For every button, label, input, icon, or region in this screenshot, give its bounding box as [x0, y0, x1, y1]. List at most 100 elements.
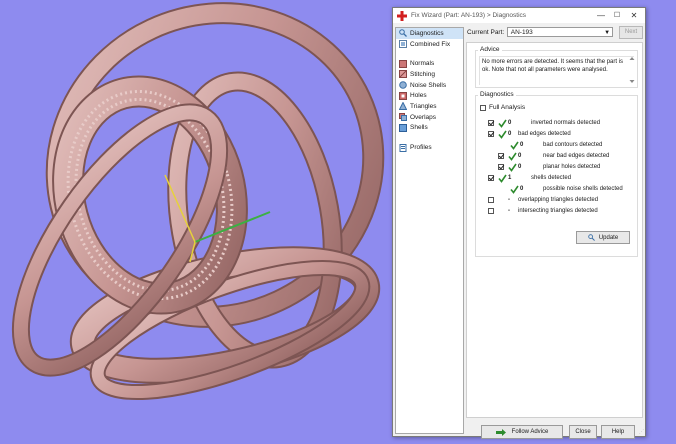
count: -: [508, 208, 510, 214]
combined-fix-icon: [399, 40, 407, 49]
wizard-main: Current Part: AN-193 ▼ Next Advice No mo…: [465, 25, 643, 439]
maximize-button[interactable]: ☐: [611, 10, 623, 21]
current-part-select[interactable]: AN-193 ▼: [506, 27, 614, 37]
row-label: overlapping triangles detected: [518, 197, 599, 203]
sidebar-item-profiles[interactable]: Profiles: [396, 142, 463, 153]
diag-row-overlapping-triangles: - overlapping triangles detected: [488, 195, 598, 205]
arrow-right-icon: [495, 428, 506, 436]
current-part-value: AN-193: [510, 29, 533, 36]
ring-model[interactable]: [0, 0, 392, 444]
count: 0: [520, 142, 524, 148]
app-icon: [397, 10, 407, 21]
row-checkbox[interactable]: [488, 175, 494, 181]
full-analysis-label: Full Analysis: [489, 104, 526, 111]
diag-row-planar-holes: 0 planar holes detected: [498, 162, 600, 172]
sidebar-item-combined-fix[interactable]: Combined Fix: [396, 39, 463, 50]
count: -: [508, 197, 510, 203]
diag-row-inverted-normals: 0 inverted normals detected: [488, 118, 600, 128]
resize-grip-icon[interactable]: ⋰: [639, 429, 644, 435]
title-bar[interactable]: Fix Wizard (Part: AN-193) > Diagnostics …: [393, 8, 645, 23]
full-analysis-option[interactable]: Full Analysis: [480, 104, 525, 111]
row-checkbox[interactable]: [498, 164, 504, 170]
sidebar-item-stitching[interactable]: Stitching: [396, 69, 463, 80]
sidebar-item-overlaps[interactable]: Overlaps: [396, 112, 463, 123]
row-label: possible noise shells detected: [543, 186, 623, 192]
row-checkbox[interactable]: [488, 120, 494, 126]
sidebar-item-label: Noise Shells: [410, 81, 447, 89]
close-label: Close: [575, 429, 591, 435]
count: 0: [508, 120, 512, 126]
help-button[interactable]: Help: [601, 425, 635, 439]
follow-advice-label: Follow Advice: [511, 429, 549, 435]
diagnostics-group: Diagnostics Full Analysis 0 inverted nor…: [475, 91, 638, 257]
normals-icon: [399, 59, 407, 68]
row-label: intersecting triangles detected: [518, 208, 598, 214]
row-checkbox[interactable]: [488, 208, 494, 214]
count: 0: [518, 153, 522, 159]
window-title: Fix Wizard (Part: AN-193) > Diagnostics: [411, 12, 527, 19]
shells-icon: [399, 123, 407, 132]
check-icon: [510, 141, 519, 150]
row-checkbox[interactable]: [488, 131, 494, 137]
close-window-button[interactable]: ✕: [628, 10, 640, 21]
advice-text: No more errors are detected. It seems th…: [479, 56, 634, 85]
check-icon: [498, 119, 507, 128]
diagnostics-label: Diagnostics: [478, 91, 516, 98]
row-label: bad contours detected: [543, 142, 603, 148]
row-checkbox[interactable]: [498, 153, 504, 159]
diag-row-shells: 1 shells detected: [488, 173, 571, 183]
fix-wizard-window: Fix Wizard (Part: AN-193) > Diagnostics …: [392, 7, 646, 439]
advice-scrollbar[interactable]: [629, 56, 635, 84]
row-label: bad edges detected: [518, 131, 571, 137]
sidebar-item-label: Combined Fix: [410, 40, 451, 48]
overlaps-icon: [399, 113, 407, 122]
profiles-icon: [399, 143, 407, 152]
count: 0: [518, 164, 522, 170]
next-button[interactable]: Next: [619, 25, 643, 39]
full-analysis-checkbox[interactable]: [480, 104, 486, 111]
wizard-sidebar: Diagnostics Combined Fix Normals Stitchi…: [395, 27, 464, 434]
row-checkbox[interactable]: [488, 197, 494, 203]
sidebar-item-label: Stitching: [410, 70, 435, 78]
row-label: shells detected: [531, 175, 572, 181]
sidebar-item-triangles[interactable]: Triangles: [396, 101, 463, 112]
sidebar-item-label: Profiles: [410, 144, 432, 152]
current-part-label: Current Part:: [467, 28, 505, 36]
triangles-icon: [399, 102, 407, 111]
sidebar-item-label: Diagnostics: [410, 29, 444, 37]
count: 1: [508, 175, 512, 181]
sidebar-item-label: Triangles: [410, 102, 437, 110]
row-label: near bad edges detected: [543, 153, 610, 159]
help-label: Help: [611, 429, 625, 435]
diag-row-noise-shells: 0 possible noise shells detected: [509, 184, 623, 194]
diagnostics-icon: [399, 29, 407, 38]
diag-row-intersecting-triangles: - intersecting triangles detected: [488, 206, 598, 216]
sidebar-item-normals[interactable]: Normals: [396, 58, 463, 69]
sidebar-item-holes[interactable]: Holes: [396, 90, 463, 101]
diag-row-near-bad-edges: 0 near bad edges detected: [498, 151, 609, 161]
diag-row-bad-contours: 0 bad contours detected: [509, 140, 602, 150]
sidebar-item-label: Holes: [410, 92, 427, 100]
advice-group: Advice No more errors are detected. It s…: [475, 46, 638, 88]
row-label: planar holes detected: [543, 164, 601, 170]
sidebar-item-diagnostics[interactable]: Diagnostics: [396, 28, 463, 39]
diag-row-bad-edges: 0 bad edges detected: [488, 129, 571, 139]
sidebar-item-noise-shells[interactable]: Noise Shells: [396, 80, 463, 91]
sidebar-item-label: Overlaps: [410, 113, 437, 121]
holes-icon: [399, 91, 407, 100]
current-part-row: Current Part: AN-193 ▼ Next: [467, 25, 643, 39]
count: 0: [520, 186, 524, 192]
stitching-icon: [399, 70, 407, 79]
check-icon: [508, 163, 517, 172]
check-icon: [498, 130, 507, 139]
advice-label: Advice: [478, 46, 502, 53]
follow-advice-button[interactable]: Follow Advice: [481, 425, 563, 439]
sidebar-item-shells[interactable]: Shells: [396, 123, 463, 134]
diagnostics-panel: Advice No more errors are detected. It s…: [466, 42, 643, 418]
minimize-button[interactable]: —: [595, 10, 607, 21]
close-button[interactable]: Close: [569, 425, 597, 439]
update-label: Update: [598, 234, 619, 241]
update-button[interactable]: Update: [576, 231, 630, 244]
row-label: inverted normals detected: [531, 120, 601, 126]
count: 0: [508, 131, 512, 137]
